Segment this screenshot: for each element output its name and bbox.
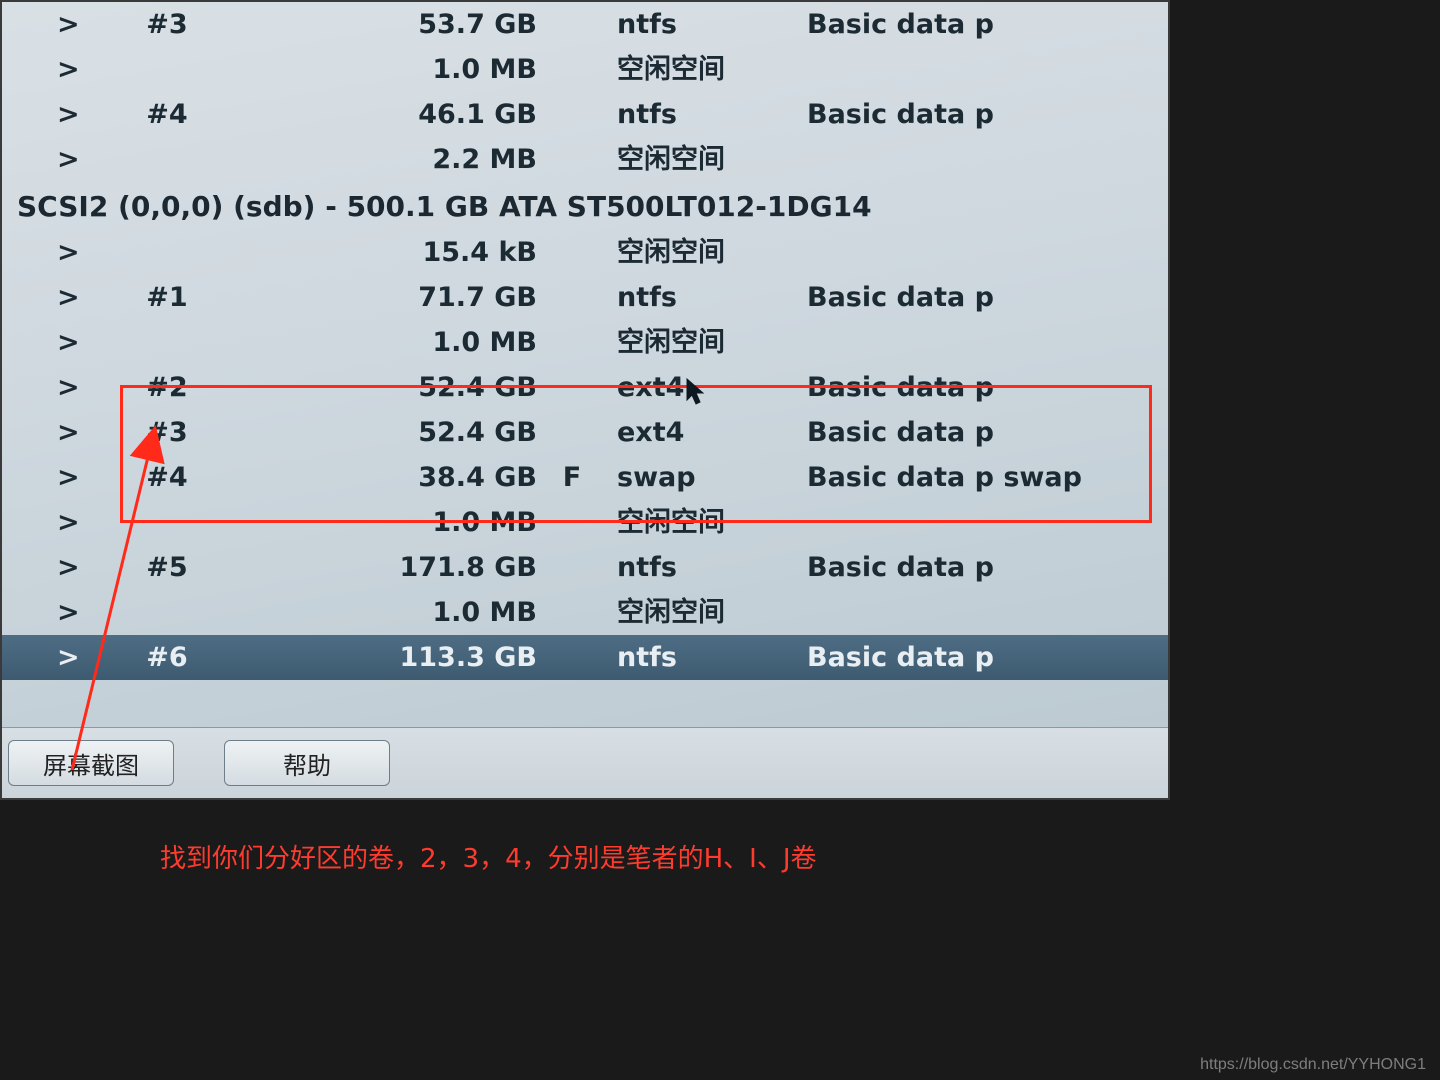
partition-fs: ntfs bbox=[607, 2, 807, 47]
chevron-right-icon: > bbox=[57, 500, 97, 545]
chevron-right-icon: > bbox=[57, 545, 97, 590]
partition-label: Basic data p bbox=[807, 275, 1168, 320]
partition-fs: ntfs bbox=[607, 275, 807, 320]
partition-size: 52.4 GB bbox=[237, 365, 537, 410]
help-button[interactable]: 帮助 bbox=[224, 740, 390, 786]
chevron-right-icon: > bbox=[57, 275, 97, 320]
chevron-right-icon: > bbox=[57, 455, 97, 500]
disk-header[interactable]: SCSI2 (0,0,0) (sdb) - 500.1 GB ATA ST500… bbox=[2, 182, 1168, 230]
partition-size: 52.4 GB bbox=[237, 410, 537, 455]
partition-fs: ext4 bbox=[607, 365, 807, 410]
partition-fs: ntfs bbox=[607, 545, 807, 590]
partition-label: Basic data p swap bbox=[807, 455, 1168, 500]
partition-row[interactable]: >#353.7 GB ntfsBasic data p bbox=[2, 2, 1168, 47]
partition-row[interactable]: >#352.4 GB ext4Basic data p bbox=[2, 410, 1168, 455]
chevron-right-icon: > bbox=[57, 92, 97, 137]
partition-label: Basic data p bbox=[807, 410, 1168, 455]
partition-label: Basic data p bbox=[807, 635, 1168, 680]
partition-number: #3 bbox=[97, 410, 237, 455]
partition-row[interactable]: >#5171.8 GB ntfsBasic data p bbox=[2, 545, 1168, 590]
partition-flag: F bbox=[537, 455, 607, 500]
partition-number: #4 bbox=[97, 92, 237, 137]
partition-fs: ntfs bbox=[607, 635, 807, 680]
partition-size: 71.7 GB bbox=[237, 275, 537, 320]
partition-size: 171.8 GB bbox=[237, 545, 537, 590]
partition-label: Basic data p bbox=[807, 545, 1168, 590]
partition-fs: 空闲空间 bbox=[607, 230, 807, 275]
partition-size: 113.3 GB bbox=[237, 635, 537, 680]
partition-row[interactable]: >1.0 MB 空闲空间 bbox=[2, 320, 1168, 365]
partition-number: #2 bbox=[97, 365, 237, 410]
chevron-right-icon: > bbox=[57, 320, 97, 365]
partition-fs: ntfs bbox=[607, 92, 807, 137]
chevron-right-icon: > bbox=[57, 635, 97, 680]
partition-row[interactable]: >#252.4 GB ext4Basic data p bbox=[2, 365, 1168, 410]
partition-fs: swap bbox=[607, 455, 807, 500]
partition-number: #5 bbox=[97, 545, 237, 590]
watermark-text: https://blog.csdn.net/YYHONG1 bbox=[1200, 1056, 1426, 1074]
annotation-caption: 找到你们分好区的卷，2，3，4，分别是笔者的H、I、J卷 bbox=[160, 838, 817, 875]
partition-row[interactable]: >2.2 MB 空闲空间 bbox=[2, 137, 1168, 182]
partition-fs: 空闲空间 bbox=[607, 590, 807, 635]
partition-size: 53.7 GB bbox=[237, 2, 537, 47]
chevron-right-icon: > bbox=[57, 365, 97, 410]
partition-fs: 空闲空间 bbox=[607, 320, 807, 365]
partition-size: 1.0 MB bbox=[237, 590, 537, 635]
partition-list: >#353.7 GBntfsBasic data p>1.0 MB空闲空间>#4… bbox=[2, 2, 1168, 680]
chevron-right-icon: > bbox=[57, 230, 97, 275]
partition-row[interactable]: >#446.1 GB ntfsBasic data p bbox=[2, 92, 1168, 137]
screenshot-button[interactable]: 屏幕截图 bbox=[8, 740, 174, 786]
partition-size: 38.4 GB bbox=[237, 455, 537, 500]
partition-size: 15.4 kB bbox=[237, 230, 537, 275]
button-bar: 屏幕截图 帮助 bbox=[2, 727, 1168, 798]
partition-row[interactable]: >1.0 MB 空闲空间 bbox=[2, 500, 1168, 545]
partition-fs: 空闲空间 bbox=[607, 500, 807, 545]
partition-fs: 空闲空间 bbox=[607, 137, 807, 182]
partition-size: 1.0 MB bbox=[237, 320, 537, 365]
partition-label: Basic data p bbox=[807, 2, 1168, 47]
partition-manager-screen: >#353.7 GBntfsBasic data p>1.0 MB空闲空间>#4… bbox=[0, 0, 1170, 800]
partition-row[interactable]: >1.0 MB 空闲空间 bbox=[2, 47, 1168, 92]
partition-number: #6 bbox=[97, 635, 237, 680]
partition-number: #3 bbox=[97, 2, 237, 47]
partition-label: Basic data p bbox=[807, 92, 1168, 137]
partition-fs: 空闲空间 bbox=[607, 47, 807, 92]
chevron-right-icon: > bbox=[57, 2, 97, 47]
partition-number: #1 bbox=[97, 275, 237, 320]
partition-row[interactable]: >#6113.3 GB ntfsBasic data p bbox=[2, 635, 1168, 680]
partition-number: #4 bbox=[97, 455, 237, 500]
partition-fs: ext4 bbox=[607, 410, 807, 455]
chevron-right-icon: > bbox=[57, 47, 97, 92]
partition-size: 1.0 MB bbox=[237, 500, 537, 545]
partition-row[interactable]: >15.4 kB 空闲空间 bbox=[2, 230, 1168, 275]
chevron-right-icon: > bbox=[57, 410, 97, 455]
partition-row[interactable]: >#171.7 GB ntfsBasic data p bbox=[2, 275, 1168, 320]
chevron-right-icon: > bbox=[57, 137, 97, 182]
partition-row[interactable]: >1.0 MB 空闲空间 bbox=[2, 590, 1168, 635]
partition-size: 2.2 MB bbox=[237, 137, 537, 182]
chevron-right-icon: > bbox=[57, 590, 97, 635]
partition-label: Basic data p bbox=[807, 365, 1168, 410]
partition-row[interactable]: >#438.4 GBFswapBasic data p swap bbox=[2, 455, 1168, 500]
partition-size: 46.1 GB bbox=[237, 92, 537, 137]
partition-size: 1.0 MB bbox=[237, 47, 537, 92]
